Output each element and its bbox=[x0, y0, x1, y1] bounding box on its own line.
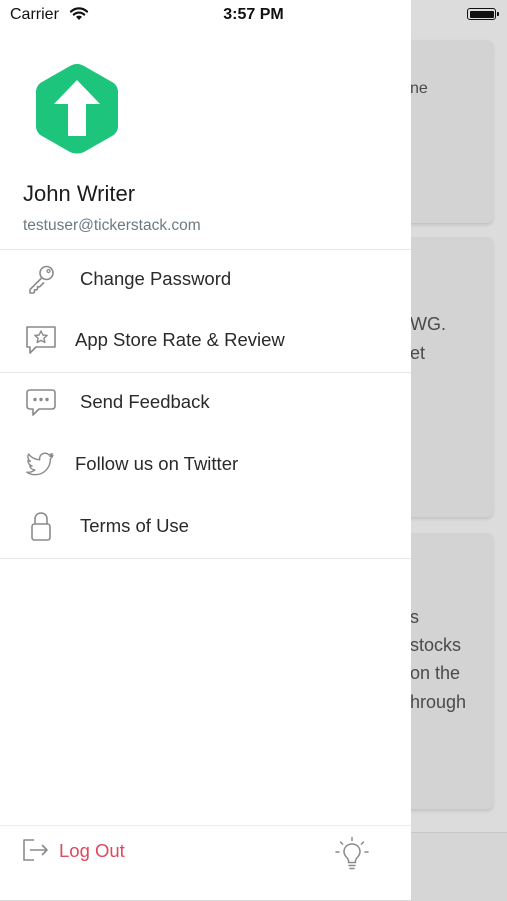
background-text: s bbox=[410, 607, 419, 627]
app-logo bbox=[36, 64, 118, 154]
menu-item-twitter[interactable]: Follow us on Twitter bbox=[0, 434, 411, 494]
menu-item-label: Change Password bbox=[80, 268, 232, 289]
background-text: stocks bbox=[410, 635, 462, 655]
status-bar: Carrier 3:57 PM bbox=[0, 0, 507, 30]
logout-label: Log Out bbox=[59, 840, 125, 861]
star-speech-bubble-icon bbox=[26, 326, 56, 354]
menu-item-label: Follow us on Twitter bbox=[75, 453, 239, 474]
menu-item-rate-review[interactable]: App Store Rate & Review bbox=[0, 310, 411, 370]
divider bbox=[0, 558, 411, 559]
background-tab-bar bbox=[400, 832, 507, 901]
background-text: WG. bbox=[410, 314, 446, 334]
menu-item-terms-of-use[interactable]: Terms of Use bbox=[0, 496, 411, 556]
menu-item-label: Terms of Use bbox=[80, 515, 189, 536]
key-icon bbox=[29, 265, 54, 294]
footer-divider bbox=[0, 825, 411, 826]
menu-item-label: Send Feedback bbox=[80, 391, 210, 412]
background-text: on the bbox=[410, 663, 461, 683]
twitter-icon bbox=[26, 452, 54, 476]
logout-icon bbox=[23, 839, 48, 861]
lightbulb-icon[interactable] bbox=[335, 836, 369, 872]
battery-icon bbox=[467, 8, 499, 20]
user-name: John Writer bbox=[23, 181, 136, 206]
background-text: et bbox=[410, 343, 426, 363]
menu-item-change-password[interactable]: Change Password bbox=[0, 249, 411, 309]
lock-icon bbox=[31, 512, 51, 541]
menu-item-label: App Store Rate & Review bbox=[75, 329, 285, 350]
clock: 3:57 PM bbox=[223, 6, 284, 23]
background-text: hrough bbox=[410, 692, 467, 712]
background-text: ne bbox=[410, 80, 428, 97]
chat-bubble-icon bbox=[26, 389, 56, 416]
logout-button[interactable]: Log Out bbox=[20, 836, 140, 866]
background-card bbox=[400, 237, 493, 517]
side-drawer: John Writer testuser@tickerstack.com Cha… bbox=[0, 0, 411, 900]
user-email: testuser@tickerstack.com bbox=[23, 217, 201, 234]
background-card bbox=[400, 40, 493, 223]
menu-item-send-feedback[interactable]: Send Feedback bbox=[0, 372, 411, 432]
